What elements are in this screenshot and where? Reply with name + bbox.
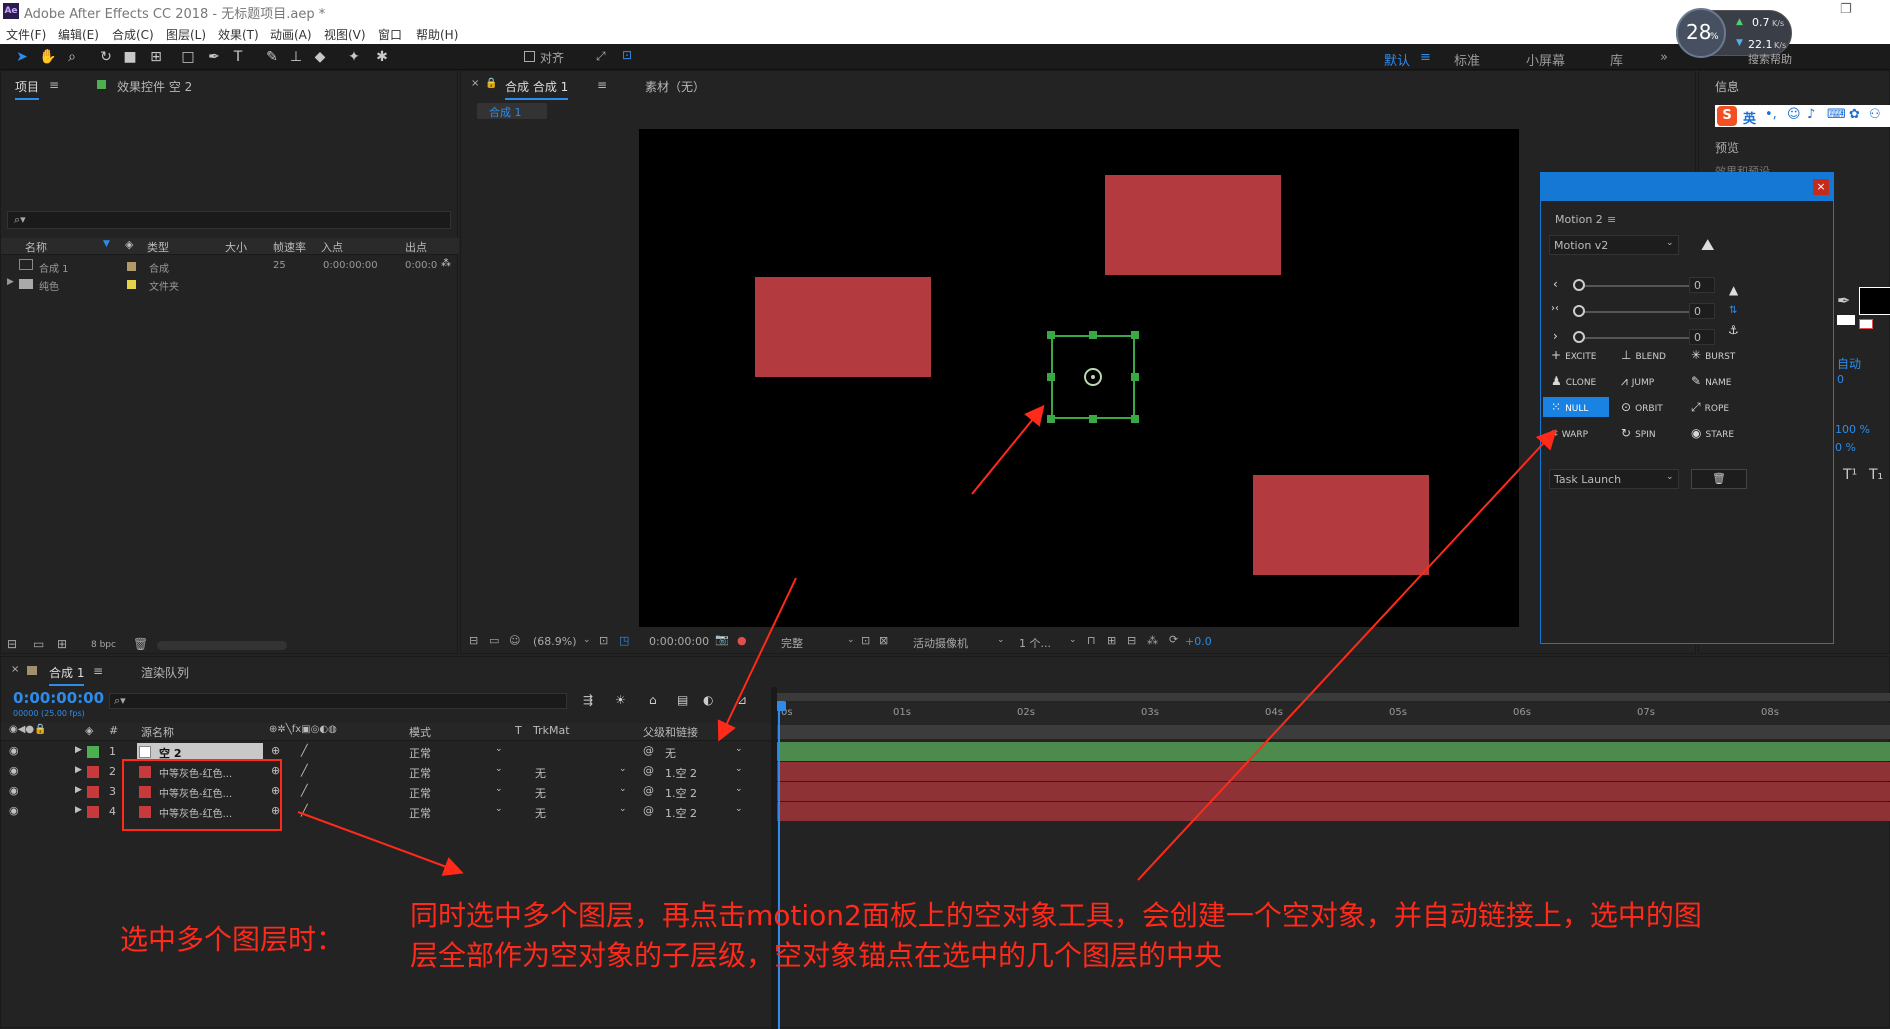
arrow-to-null-object — [971, 404, 1045, 495]
annotation-arrows — [297, 404, 1557, 881]
arrow-to-parent-column — [717, 577, 797, 742]
arrow-to-null-button — [1137, 429, 1557, 881]
arrow-to-layers — [297, 811, 464, 876]
